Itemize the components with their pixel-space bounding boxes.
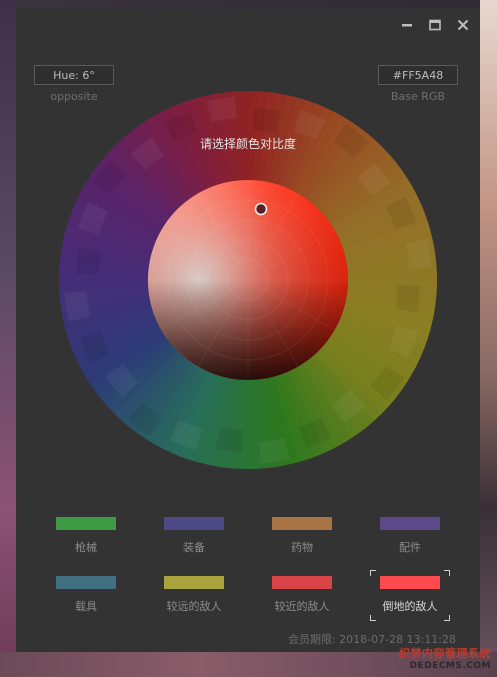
membership-expiry: 会员期限: 2018-07-28 13:11:28 <box>287 633 456 646</box>
swatch-color[interactable] <box>56 576 116 589</box>
swatch-color[interactable] <box>164 517 224 530</box>
swatch-label: 装备 <box>183 541 205 554</box>
swatch-item[interactable]: 装备 <box>164 517 224 555</box>
swatch-color[interactable] <box>164 576 224 589</box>
swatch-color[interactable] <box>56 517 116 530</box>
swatch-label: 配件 <box>399 541 421 554</box>
window-controls <box>400 18 470 32</box>
swatch-item[interactable]: 载具 <box>56 576 116 614</box>
watermark-line2: DEDECMS.COM <box>409 661 491 671</box>
swatch-label: 载具 <box>75 600 97 613</box>
hue-ring-block <box>206 96 237 123</box>
swatch-item[interactable]: 倒地的敌人 <box>370 570 450 621</box>
background-photo-right <box>480 0 497 677</box>
color-selector-handle[interactable] <box>254 202 268 216</box>
swatch-item[interactable]: 药物 <box>272 517 332 555</box>
swatch-item[interactable]: 配件 <box>380 517 440 555</box>
selection-corner <box>444 615 450 621</box>
hue-ring-block <box>259 437 290 464</box>
watermark-line1: 织梦内容管理系统 <box>399 647 491 660</box>
watermark: 织梦内容管理系统 DEDECMS.COM <box>399 647 491 673</box>
swatch-color[interactable] <box>272 576 332 589</box>
background-photo-left <box>0 0 16 677</box>
selection-corner <box>444 570 450 576</box>
hue-field[interactable]: Hue: 6° <box>34 65 114 85</box>
minimize-icon[interactable] <box>400 18 414 32</box>
swatch-label: 较远的敌人 <box>166 600 222 613</box>
maximize-icon[interactable] <box>428 18 442 32</box>
hue-ring-block <box>76 247 101 275</box>
swatch-label: 药物 <box>291 541 313 554</box>
swatch-item[interactable]: 较远的敌人 <box>164 576 224 614</box>
hue-ring-block <box>395 285 420 313</box>
hue-ring-block <box>405 238 432 269</box>
hue-ring-block <box>215 427 243 452</box>
hue-ring-block <box>253 108 281 133</box>
swatch-color[interactable] <box>272 517 332 530</box>
close-icon[interactable] <box>456 18 470 32</box>
swatch-label: 较近的敌人 <box>274 600 330 613</box>
selection-corner <box>370 615 376 621</box>
selection-corner <box>370 570 376 576</box>
rgb-field[interactable]: #FF5A48 <box>378 65 458 85</box>
swatch-label: 枪械 <box>75 541 97 554</box>
color-picker-window: Hue: 6° opposite #FF5A48 Base RGB 请选择颜色对… <box>16 8 480 652</box>
hue-ring-block <box>64 291 91 322</box>
swatch-label: 倒地的敌人 <box>382 600 438 613</box>
wheel-title: 请选择颜色对比度 <box>199 137 296 151</box>
swatch-color[interactable] <box>380 576 440 589</box>
swatch-item[interactable]: 较近的敌人 <box>272 576 332 614</box>
swatch-item[interactable]: 枪械 <box>56 517 116 555</box>
swatch-color[interactable] <box>380 517 440 530</box>
